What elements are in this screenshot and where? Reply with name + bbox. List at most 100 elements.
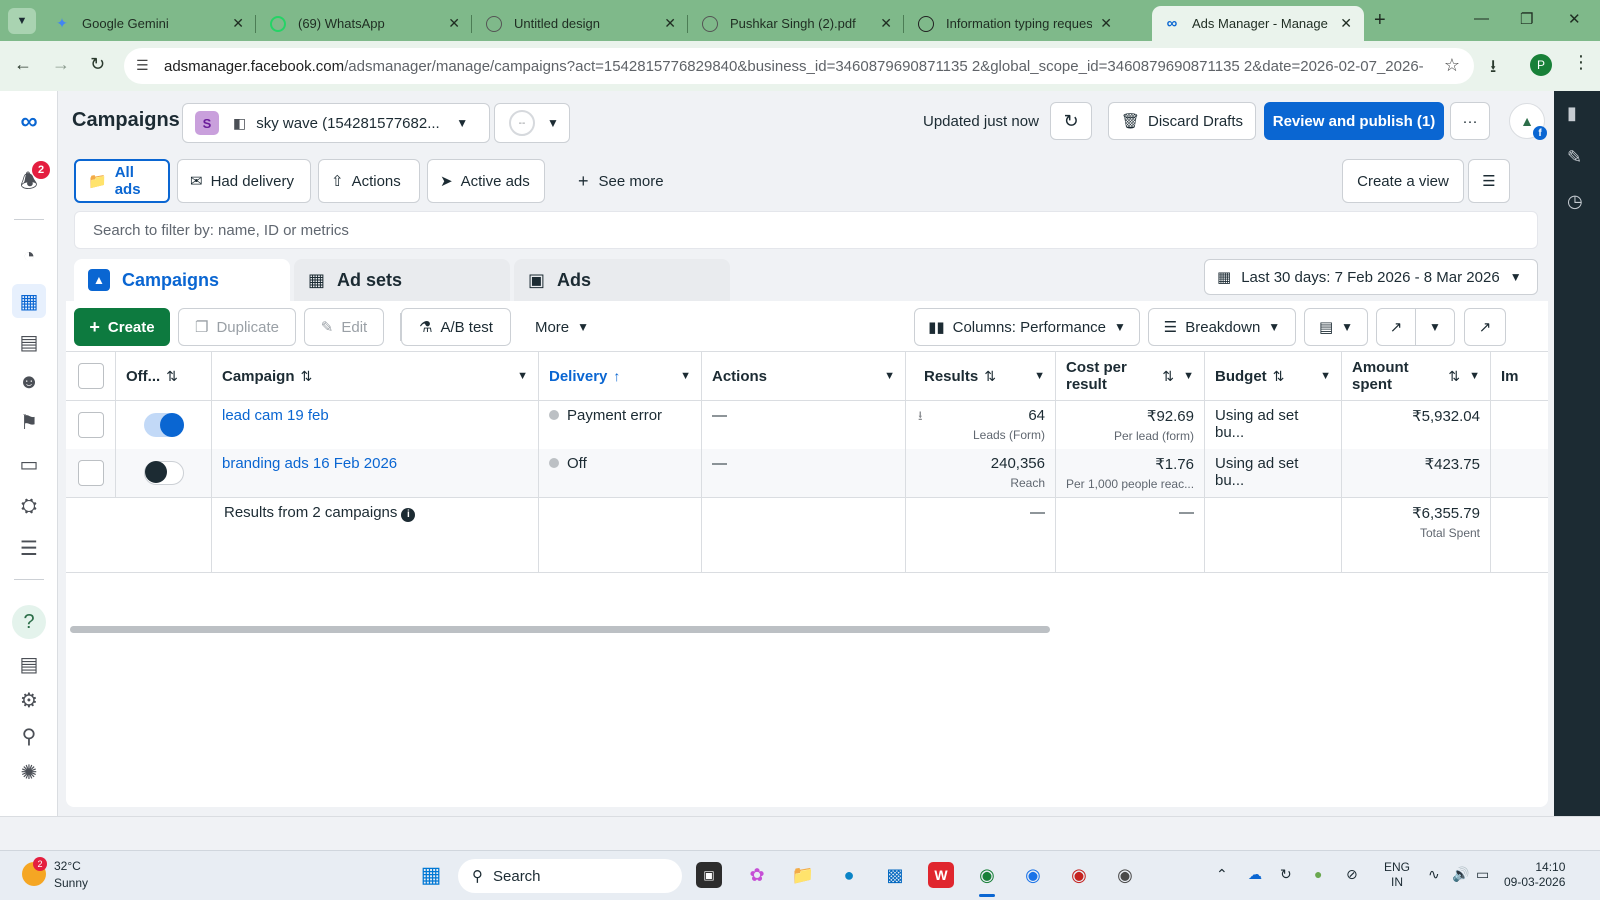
bar-chart-icon[interactable]: ▮ (1567, 103, 1577, 124)
location-off-icon[interactable]: ⊘ (1346, 866, 1358, 883)
search-input[interactable]: Search to filter by: name, ID or metrics (74, 211, 1538, 249)
more-options-button[interactable]: ··· (1450, 102, 1490, 140)
date-range-picker[interactable]: ▦ Last 30 days: 7 Feb 2026 - 8 Mar 2026 ▼ (1204, 259, 1538, 295)
task-view-icon[interactable]: ▣ (696, 862, 722, 888)
breakdown-button[interactable]: ☰ Breakdown ▼ (1148, 308, 1296, 346)
tab-ads-manager[interactable]: ∞ Ads Manager - Manage ad ✕ (1152, 6, 1364, 41)
meta-logo-icon[interactable]: ∞ (12, 105, 46, 139)
input-language[interactable]: ENG IN (1384, 860, 1410, 890)
file-explorer-icon[interactable]: 📁 (790, 862, 816, 888)
chip-had-delivery[interactable]: ✉ Had delivery (177, 159, 311, 203)
header-actions[interactable]: Actions ▼ (702, 352, 906, 400)
status-selector[interactable]: -- ▼ (494, 103, 570, 143)
chip-actions[interactable]: ⇧ Actions (318, 159, 420, 203)
chrome-profile-icon[interactable]: ◉ (1112, 862, 1138, 888)
campaign-toggle-on[interactable] (144, 413, 184, 437)
bug-report-icon[interactable]: ✺ (12, 755, 46, 789)
tab-whatsapp[interactable]: (69) WhatsApp ✕ (258, 6, 472, 41)
profile-avatar[interactable]: P (1530, 54, 1552, 76)
header-delivery[interactable]: Delivery ↑ ▼ (539, 352, 702, 400)
refresh-button[interactable]: ↻ (1050, 102, 1092, 140)
app-tray-icon[interactable]: ● (1314, 866, 1322, 882)
edit-button[interactable]: ✎ Edit (304, 308, 384, 346)
help-icon[interactable]: ? (12, 605, 46, 639)
cloud-icon[interactable]: ☁ (1248, 866, 1262, 883)
new-tab-button[interactable]: + (1374, 9, 1386, 32)
tab-search-button[interactable]: ▼ (8, 8, 36, 34)
row-checkbox[interactable] (78, 460, 104, 486)
bookmark-star-icon[interactable]: ☆ (1444, 55, 1460, 76)
ab-test-button[interactable]: ⚗ A/B test (401, 308, 511, 346)
header-budget[interactable]: Budget ⇅ ▼ (1205, 352, 1342, 400)
campaigns-table-icon[interactable]: ▦ (12, 284, 46, 318)
campaign-toggle-off[interactable] (144, 461, 184, 485)
chevron-down-icon[interactable]: ▼ (1034, 370, 1045, 382)
tab-ads[interactable]: ▣ Ads (514, 259, 730, 301)
sort-icon[interactable]: ⇅ (301, 368, 313, 385)
store-icon[interactable]: ▩ (882, 862, 908, 888)
close-tab-icon[interactable]: ✕ (880, 15, 892, 32)
download-icon[interactable]: ⭳ (1490, 54, 1496, 84)
create-view-button[interactable]: Create a view (1342, 159, 1464, 203)
dashboard-gauge-icon[interactable]: ◔ (12, 239, 46, 273)
search-icon[interactable]: ⚲ (12, 719, 46, 753)
sort-icon[interactable]: ⇅ (1448, 368, 1460, 385)
restore-button[interactable]: ❐ (1520, 10, 1533, 28)
row-checkbox[interactable] (78, 412, 104, 438)
browser-menu-icon[interactable]: ⋮ (1572, 52, 1590, 73)
volume-icon[interactable]: 🔊 (1452, 866, 1469, 883)
sort-up-icon[interactable]: ↑ (613, 368, 620, 384)
header-cost-per-result[interactable]: Cost per result ⇅ ▼ (1056, 352, 1205, 400)
export-button[interactable]: ↗ (1376, 308, 1416, 346)
chevron-down-icon[interactable]: ▼ (1320, 370, 1331, 382)
site-info-icon[interactable]: ☰ (136, 57, 149, 74)
close-tab-icon[interactable]: ✕ (232, 15, 244, 32)
chevron-down-icon[interactable]: ▼ (1183, 370, 1194, 382)
tab-ad-sets[interactable]: ▦ Ad sets (294, 259, 510, 301)
copilot-icon[interactable]: ✿ (744, 862, 770, 888)
tab-campaigns[interactable]: ▲ Campaigns (74, 259, 290, 301)
view-settings-button[interactable]: ☰ (1468, 159, 1510, 203)
tab-pdf[interactable]: Pushkar Singh (2).pdf ✕ (690, 6, 904, 41)
close-tab-icon[interactable]: ✕ (448, 15, 460, 32)
advertising-megaphone-icon[interactable]: ⚑ (12, 405, 46, 439)
sort-icon[interactable]: ⇅ (1162, 368, 1174, 385)
charts-button[interactable]: ↗ (1464, 308, 1506, 346)
header-impressions[interactable]: Im (1491, 352, 1548, 400)
review-publish-button[interactable]: Review and publish (1) (1264, 102, 1444, 140)
chevron-down-icon[interactable]: ▼ (517, 370, 528, 382)
taskbar-search[interactable]: ⚲ Search (458, 859, 682, 893)
edge-icon[interactable]: ● (836, 862, 862, 888)
chevron-down-icon[interactable]: ▼ (680, 370, 691, 382)
sort-icon[interactable]: ⇅ (166, 368, 178, 385)
chip-active-ads[interactable]: ➤ Active ads (427, 159, 545, 203)
ad-account-selector[interactable]: S ◧ sky wave (154281577682... ▼ (182, 103, 490, 143)
close-window-button[interactable]: ✕ (1568, 10, 1581, 28)
chip-all-ads[interactable]: 📁 All ads (74, 159, 170, 203)
header-amount-spent[interactable]: Amount spent ⇅ ▼ (1342, 352, 1491, 400)
chevron-down-icon[interactable]: ▼ (1469, 370, 1480, 382)
duplicate-button[interactable]: ❐ Duplicate (178, 308, 296, 346)
notifications-bell-icon[interactable]: 🕭 2 (12, 161, 50, 201)
select-all-checkbox[interactable] (78, 363, 104, 389)
chrome-profile-icon[interactable]: ◉ (1020, 862, 1046, 888)
horizontal-scrollbar[interactable] (70, 626, 1050, 633)
chrome-profile-icon[interactable]: ◉ (1066, 862, 1092, 888)
wps-office-icon[interactable]: W (928, 862, 954, 888)
billing-card-icon[interactable]: ▭ (12, 447, 46, 481)
business-avatar[interactable]: ▲ f (1509, 103, 1547, 140)
windows-start-icon[interactable]: ▦ (418, 862, 444, 888)
campaign-name-link[interactable]: lead cam 19 feb (212, 401, 539, 449)
pencil-icon[interactable]: ✎ (1567, 147, 1582, 168)
reload-icon[interactable]: ↻ (90, 54, 105, 75)
close-tab-icon[interactable]: ✕ (1100, 15, 1112, 32)
export-menu-button[interactable]: ▼ (1415, 308, 1455, 346)
header-campaign[interactable]: Campaign ⇅ ▼ (212, 352, 539, 400)
chrome-profile-icon[interactable]: ◉ (974, 862, 1000, 888)
reports-icon[interactable]: ▤ (12, 325, 46, 359)
close-tab-icon[interactable]: ✕ (1340, 15, 1352, 32)
minimize-button[interactable]: — (1474, 10, 1489, 27)
reports-button[interactable]: ▤ ▼ (1304, 308, 1368, 346)
tab-untitled-design[interactable]: Untitled design ✕ (474, 6, 688, 41)
all-tools-menu-icon[interactable]: ☰ (12, 531, 46, 565)
